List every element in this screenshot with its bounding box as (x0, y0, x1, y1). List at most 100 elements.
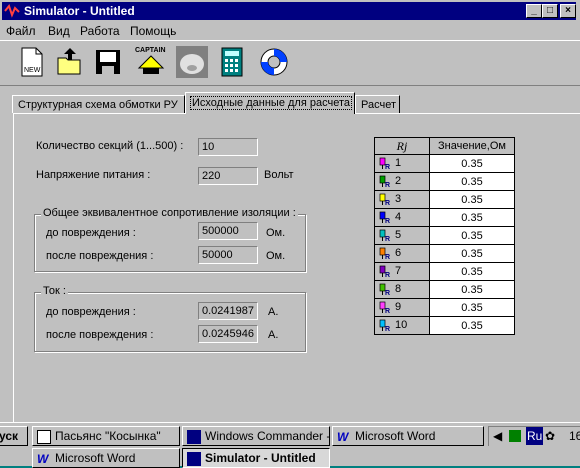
resistor-icon: R (379, 157, 390, 170)
svg-text:R: R (385, 254, 390, 260)
current-after-field[interactable]: 0.0245946 (198, 325, 258, 343)
resistance-before-field[interactable]: 500000 (198, 222, 258, 240)
speaker-icon[interactable]: ◀ (493, 427, 502, 445)
row-key-cell: R4 (374, 208, 430, 227)
table-row[interactable]: R 7 0.35 (374, 262, 515, 281)
menu-view[interactable]: Вид (48, 24, 70, 38)
table-row[interactable]: R 3 0.35 (374, 190, 515, 209)
row-index: 8 (395, 283, 402, 296)
main-window: Simulator - Untitled _ □ × Файл Вид Рабо… (0, 0, 580, 422)
table-row[interactable]: R 9 0.35 (374, 298, 515, 317)
svg-text:R: R (385, 182, 390, 188)
new-button[interactable]: NEW (14, 44, 50, 80)
voltage-field[interactable]: 220 (198, 167, 258, 185)
row-key-cell: R6 (374, 244, 430, 263)
tab-input-data[interactable]: Исходные данные для расчета (185, 92, 355, 114)
maximize-button[interactable]: □ (542, 4, 558, 18)
row-index: 1 (395, 157, 402, 170)
table-row[interactable]: R 5 0.35 (374, 226, 515, 245)
menu-bar: Файл Вид Работа Помощь (0, 22, 580, 40)
taskbar-windows-commander[interactable]: Windows Commander - ... (182, 426, 330, 446)
menu-help[interactable]: Помощь (130, 24, 176, 38)
row-key-cell: R8 (374, 280, 430, 299)
tray-app-icon[interactable]: ✿ (545, 427, 555, 445)
row-value-cell[interactable]: 0.35 (429, 226, 515, 245)
row-value-cell[interactable]: 0.35 (429, 244, 515, 263)
word-icon: W (337, 429, 349, 444)
table-row[interactable]: R 1 0.35 (374, 154, 515, 173)
close-button[interactable]: × (560, 4, 576, 18)
language-indicator[interactable]: Ru (526, 427, 544, 445)
taskbar-solitaire[interactable]: Пасьянс "Косынка" (32, 426, 180, 446)
row-value-cell[interactable]: 0.35 (429, 154, 515, 173)
taskbar-word-1[interactable]: W Microsoft Word (332, 426, 484, 446)
current-before-field[interactable]: 0.0241987 (198, 302, 258, 320)
word-icon: W (37, 451, 49, 466)
row-index: 4 (395, 211, 402, 224)
simulator-icon (187, 451, 201, 466)
table-row[interactable]: R 4 0.35 (374, 208, 515, 227)
taskbar: уск Пасьянс "Косынка" Windows Commander … (0, 422, 580, 468)
row-value-cell[interactable]: 0.35 (429, 298, 515, 317)
tab-winding-scheme[interactable]: Структурная схема обмотки РУ (12, 95, 185, 113)
table-row[interactable]: R 2 0.35 (374, 172, 515, 191)
menu-work[interactable]: Работа (80, 24, 120, 38)
row-value-cell[interactable]: 0.35 (429, 190, 515, 209)
row-key-cell: R1 (374, 154, 430, 173)
svg-text:R: R (385, 290, 390, 296)
taskbar-word-2[interactable]: W Microsoft Word (32, 448, 180, 468)
system-tray: ◀ Ru ✿ 16 (488, 426, 580, 446)
amp-unit-2: А. (268, 329, 279, 341)
captain-button[interactable]: CAPTAIN (133, 44, 169, 80)
open-button[interactable] (52, 44, 88, 80)
table-row[interactable]: R 6 0.35 (374, 244, 515, 263)
toolbar: NEW CAPTAIN (0, 40, 580, 86)
ohm-unit-2: Ом. (266, 250, 286, 262)
tab-calculation[interactable]: Расчет (355, 95, 400, 113)
network-icon[interactable] (509, 430, 521, 442)
row-index: 6 (395, 247, 402, 260)
clock[interactable]: 16 (569, 427, 580, 445)
calculator-icon (221, 47, 243, 77)
table-row[interactable]: R 10 0.35 (374, 316, 515, 335)
current-before-label: до повреждения : (46, 306, 136, 318)
svg-text:R: R (385, 326, 390, 332)
row-index: 2 (395, 175, 402, 188)
pig-icon (176, 46, 208, 78)
row-key-cell: R5 (374, 226, 430, 245)
row-value-cell[interactable]: 0.35 (429, 172, 515, 191)
row-index: 9 (395, 301, 402, 314)
resistance-table: Rj Значение,Ом R 1 0.35 R 2 0.35 R 3 0.35 R 4 0.35 R… (374, 137, 515, 335)
resistor-icon: R (379, 229, 390, 242)
resistance-after-label: после повреждения : (46, 250, 154, 262)
solitaire-icon (37, 429, 51, 444)
row-index: 10 (395, 319, 408, 332)
start-button[interactable]: уск (0, 426, 28, 446)
resistance-group-title: Общее эквивалентное сопротивление изоляц… (41, 207, 298, 219)
row-value-cell[interactable]: 0.35 (429, 280, 515, 299)
resistance-after-field[interactable]: 50000 (198, 246, 258, 264)
help-button[interactable] (256, 44, 292, 80)
row-index: 3 (395, 193, 402, 206)
minimize-button[interactable]: _ (526, 4, 542, 18)
row-value-cell[interactable]: 0.35 (429, 208, 515, 227)
menu-file[interactable]: Файл (6, 24, 36, 38)
title-bar[interactable]: Simulator - Untitled _ □ × (2, 2, 576, 20)
svg-text:R: R (385, 164, 390, 170)
row-value-cell[interactable]: 0.35 (429, 262, 515, 281)
save-button[interactable] (90, 44, 126, 80)
calculator-button[interactable] (214, 44, 250, 80)
row-key-cell: R3 (374, 190, 430, 209)
row-value-cell[interactable]: 0.35 (429, 316, 515, 335)
row-key-cell: R2 (374, 172, 430, 191)
resistor-icon: R (379, 175, 390, 188)
taskbar-simulator[interactable]: Simulator - Untitled (182, 448, 330, 468)
svg-text:CAPTAIN: CAPTAIN (135, 47, 166, 54)
resistor-icon: R (379, 283, 390, 296)
current-group: Ток : (34, 285, 306, 352)
sections-field[interactable]: 10 (198, 138, 258, 156)
table-row[interactable]: R 8 0.35 (374, 280, 515, 299)
ohm-unit-1: Ом. (266, 227, 286, 239)
pig-button[interactable] (174, 44, 210, 80)
svg-text:R: R (385, 272, 390, 278)
